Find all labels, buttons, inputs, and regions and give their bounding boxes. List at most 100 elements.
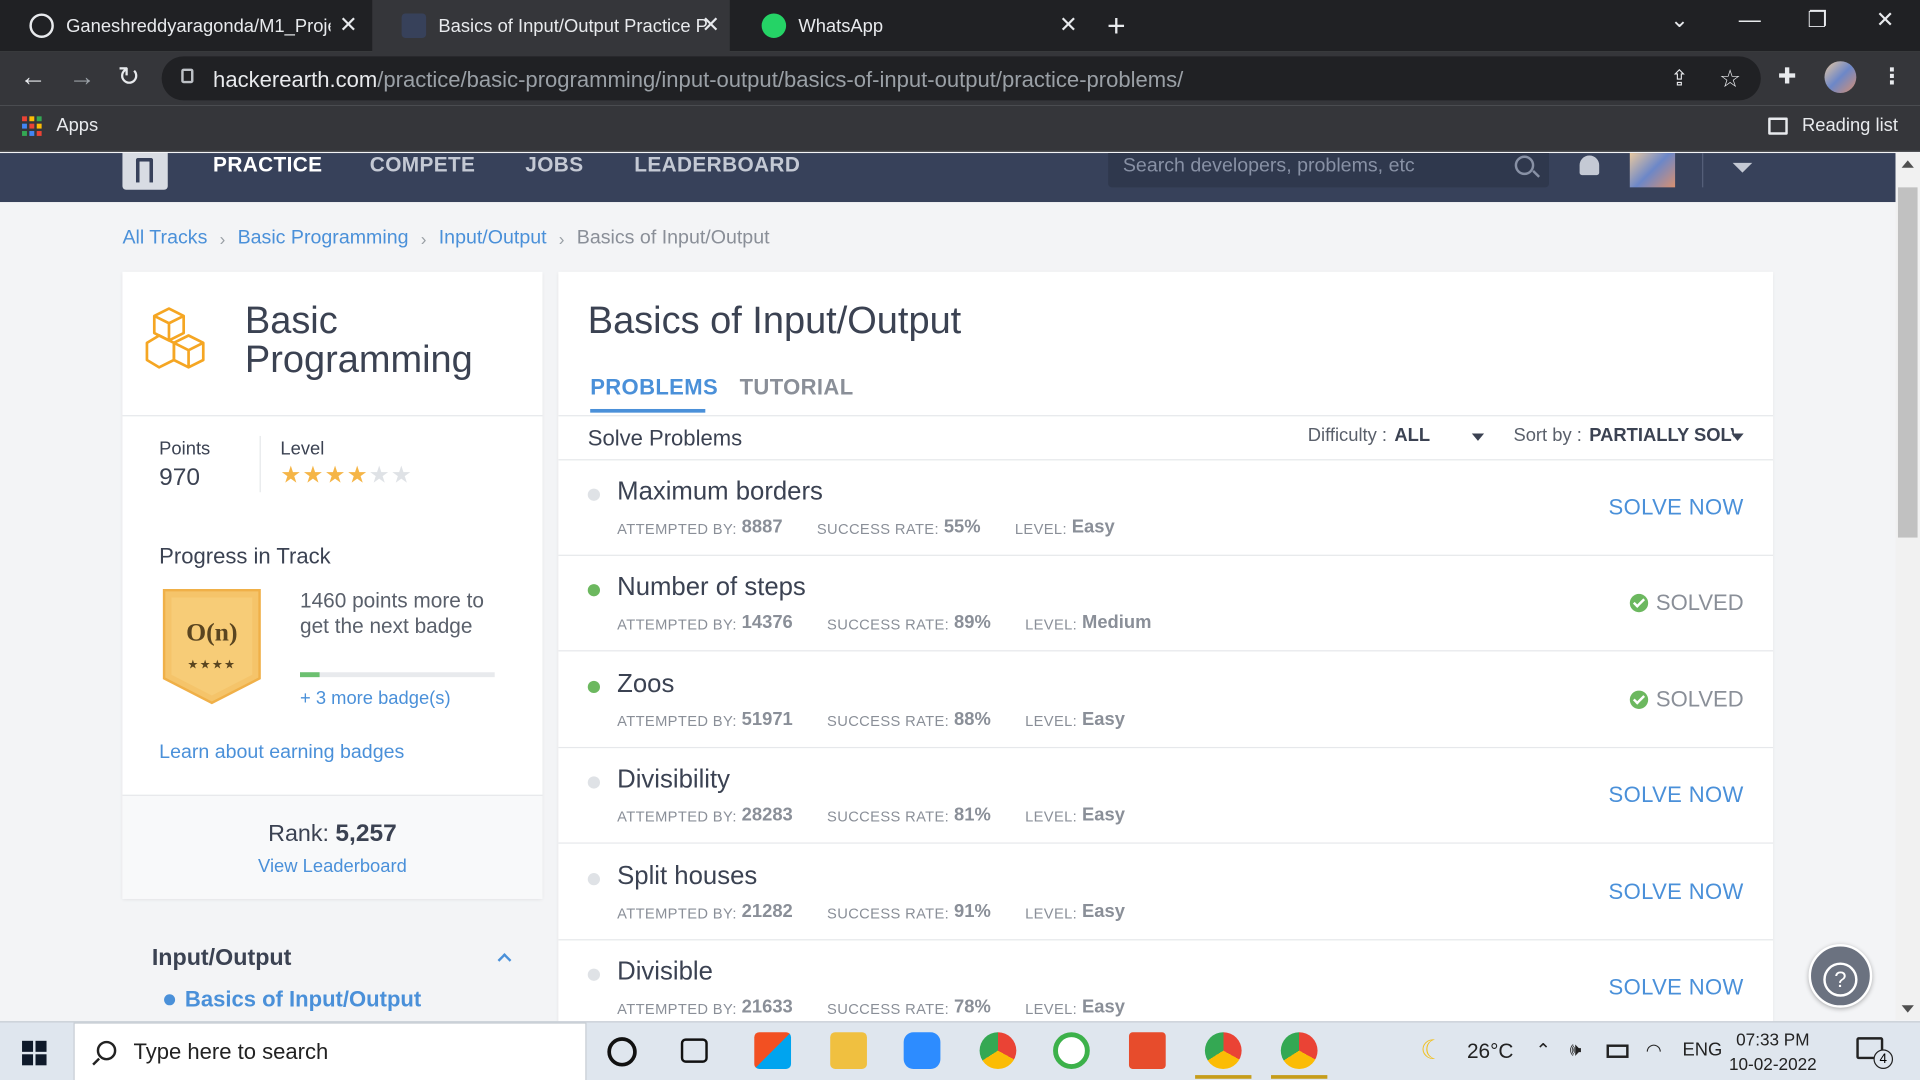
address-bar[interactable]: hackerearth.com/practice/basic-programmi… [161, 56, 1761, 101]
active-tab-underline [590, 408, 706, 413]
language-indicator[interactable]: ENG [1682, 1040, 1722, 1061]
solve-now-button[interactable]: SOLVE NOW [1609, 975, 1744, 1001]
nav-jobs[interactable]: JOBS [525, 153, 583, 177]
problem-level: Medium [1082, 612, 1152, 634]
browser-tab-whatsapp[interactable]: WhatsApp ✕ [732, 0, 1087, 51]
close-tab-icon[interactable]: ✕ [339, 12, 357, 38]
help-button[interactable]: ? [1808, 944, 1873, 1008]
task-view-icon[interactable] [680, 1038, 708, 1063]
chevron-up-icon[interactable] [497, 953, 512, 967]
user-menu-caret-icon[interactable] [1732, 162, 1753, 173]
tab-search-icon[interactable]: ⌄ [1670, 7, 1688, 33]
tab-tutorial[interactable]: TUTORIAL [740, 375, 854, 401]
chrome-active-icon[interactable] [1271, 1032, 1328, 1079]
clock[interactable]: 07:33 PM 10-02-2022 [1729, 1027, 1817, 1076]
minimize-icon[interactable]: — [1739, 7, 1761, 33]
breadcrumb-all-tracks[interactable]: All Tracks [122, 228, 207, 250]
breadcrumb-input-output[interactable]: Input/Output [439, 228, 547, 250]
notification-bell-icon[interactable] [1579, 155, 1600, 176]
green-app-icon[interactable] [1053, 1032, 1090, 1069]
extensions-icon[interactable]: ✚ [1778, 64, 1796, 90]
browser-tab-bar: Ganeshreddyaragonda/M1_Proje ✕ Basics of… [0, 0, 1920, 52]
back-icon[interactable]: ← [20, 61, 47, 93]
forward-icon[interactable]: → [69, 61, 96, 93]
tab-problems[interactable]: PROBLEMS [590, 375, 718, 401]
scroll-up-icon[interactable] [1901, 160, 1914, 168]
learn-badges-link[interactable]: Learn about earning badges [159, 742, 404, 764]
close-tab-icon[interactable]: ✕ [702, 12, 720, 38]
problem-meta: ATTEMPTED BY: 8887 SUCCESS RATE: 55% LEVEL: E… [617, 516, 1115, 538]
user-avatar[interactable] [1629, 153, 1676, 188]
chevron-down-icon[interactable] [1471, 433, 1485, 441]
site-search-input[interactable] [1122, 155, 1503, 178]
solve-now-button[interactable]: SOLVE NOW [1609, 783, 1744, 809]
menu-icon[interactable]: ⋮ [1881, 64, 1903, 90]
problem-name[interactable]: Number of steps [617, 574, 806, 603]
reading-list-button[interactable]: Reading list [1767, 115, 1898, 136]
chrome-profile-icon[interactable] [1195, 1032, 1252, 1079]
zoom-icon[interactable] [903, 1032, 941, 1069]
chrome-icon[interactable] [979, 1032, 1017, 1069]
notification-center-icon[interactable]: 4 [1856, 1037, 1894, 1069]
close-tab-icon[interactable]: ✕ [1059, 12, 1077, 38]
reload-icon[interactable]: ↻ [118, 61, 141, 93]
microsoft-store-icon[interactable] [754, 1032, 792, 1069]
rank: Rank: 5,257 [268, 820, 397, 848]
hackerearth-logo[interactable] [122, 153, 168, 190]
browser-tab-github[interactable]: Ganeshreddyaragonda/M1_Proje ✕ [0, 0, 367, 51]
cortana-icon[interactable] [607, 1037, 637, 1067]
sort-by-dropdown[interactable]: Sort by :PARTIALLY SOLVED [1513, 425, 1733, 446]
breadcrumb-basic-programming[interactable]: Basic Programming [238, 228, 409, 250]
rank-value: 5,257 [335, 820, 397, 848]
points-stat: Points 970 [159, 438, 210, 492]
section-item-label: Basics of Input/Output [184, 986, 422, 1012]
problem-name[interactable]: Divisible [617, 958, 713, 987]
share-icon[interactable]: ⇪ [1670, 66, 1688, 92]
problem-row[interactable]: Number of steps ATTEMPTED BY: 14376 SUCCESS… [558, 556, 1774, 652]
reading-list-icon [1767, 116, 1788, 135]
windows-start-icon[interactable] [22, 1040, 47, 1066]
section-item-basics-io[interactable]: Basics of Input/Output [164, 987, 421, 1013]
new-tab-icon[interactable]: + [1107, 7, 1126, 45]
close-window-icon[interactable]: ✕ [1876, 7, 1894, 33]
view-leaderboard-link[interactable]: View Leaderboard [122, 856, 542, 877]
problem-name[interactable]: Divisibility [617, 766, 730, 795]
file-explorer-icon[interactable] [830, 1032, 867, 1069]
attempted-count: 14376 [741, 612, 793, 634]
browser-tab-hackerearth[interactable]: Basics of Input/Output Practice P ✕ [372, 0, 730, 52]
solve-now-button[interactable]: SOLVE NOW [1609, 495, 1744, 521]
star-icon: ★ [390, 462, 413, 489]
page-scrollbar[interactable] [1895, 153, 1920, 1021]
problem-row[interactable]: Divisibility ATTEMPTED BY: 28283 SUCCESS RA… [558, 748, 1774, 844]
nav-compete[interactable]: COMPETE [370, 153, 476, 177]
difficulty-filter[interactable]: Difficulty : ALL [1308, 425, 1430, 446]
problem-row[interactable]: Zoos ATTEMPTED BY: 51971 SUCCESS RATE: 88% LE… [558, 652, 1774, 748]
problem-name[interactable]: Maximum borders [617, 478, 823, 507]
volume-icon[interactable]: 🕪 [1570, 1040, 1582, 1061]
nav-practice[interactable]: PRACTICE [213, 153, 322, 177]
scroll-down-icon[interactable] [1901, 1005, 1914, 1013]
problem-row[interactable]: Split houses ATTEMPTED BY: 21282 SUCCESS RA… [558, 844, 1774, 940]
temperature[interactable]: 26°C [1467, 1040, 1514, 1064]
problem-row[interactable]: Maximum borders ATTEMPTED BY: 8887 SUCCESS … [558, 460, 1774, 556]
tray-chevron-icon[interactable]: ⌃ [1536, 1040, 1551, 1062]
bookmark-star-icon[interactable]: ☆ [1719, 64, 1741, 95]
restore-icon[interactable]: ❐ [1807, 7, 1827, 33]
solve-now-button[interactable]: SOLVE NOW [1609, 879, 1744, 905]
apps-shortcut[interactable]: Apps [22, 115, 98, 136]
scrollbar-thumb[interactable] [1897, 187, 1918, 538]
wifi-icon[interactable]: ◠ [1646, 1040, 1662, 1062]
battery-icon[interactable] [1606, 1044, 1629, 1058]
weather-moon-icon[interactable]: ☾ [1420, 1035, 1444, 1067]
chevron-down-icon[interactable] [1731, 433, 1744, 441]
page-title: Basics of Input/Output [587, 298, 962, 342]
more-badges-link[interactable]: + 3 more badge(s) [300, 688, 451, 709]
problem-name[interactable]: Zoos [617, 670, 674, 699]
office-icon[interactable] [1128, 1032, 1166, 1069]
problem-name[interactable]: Split houses [617, 862, 757, 891]
nav-leaderboard[interactable]: LEADERBOARD [634, 153, 800, 177]
search-icon[interactable] [1514, 155, 1535, 176]
section-title[interactable]: Input/Output [152, 945, 292, 972]
taskbar-search-input[interactable] [133, 1039, 563, 1066]
profile-avatar[interactable] [1824, 61, 1857, 94]
